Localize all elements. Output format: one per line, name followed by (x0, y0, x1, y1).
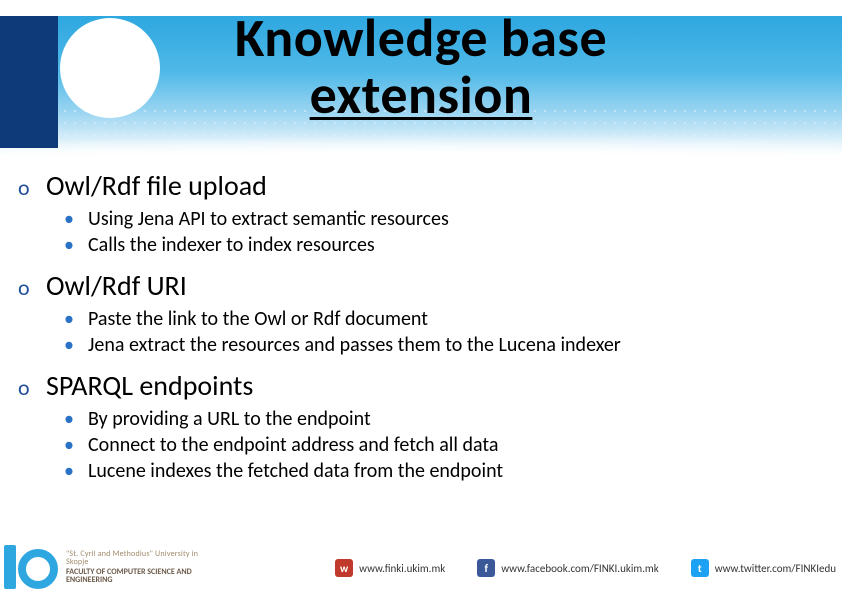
facebook-icon: f (477, 559, 495, 577)
list-item-text: Paste the link to the Owl or Rdf documen… (88, 307, 428, 333)
list-item: Lucene indexes the fetched data from the… (64, 459, 824, 485)
section-heading: o Owl/Rdf URI (18, 268, 824, 303)
list-item: Connect to the endpoint address and fetc… (64, 433, 824, 459)
web-icon: w (335, 559, 353, 577)
section-items: Using Jena API to extract semantic resou… (18, 207, 824, 258)
list-item: By providing a URL to the endpoint (64, 407, 824, 433)
title-line-1: Knowledge base (0, 10, 842, 67)
list-item: Jena extract the resources and passes th… (64, 333, 824, 359)
io-logo-icon (4, 545, 58, 589)
faculty-name: FACULTY OF COMPUTER SCIENCE AND ENGINEER… (66, 568, 206, 585)
footer: "St. Cyril and Methodius" University in … (0, 533, 842, 595)
footer-logo-area: "St. Cyril and Methodius" University in … (4, 545, 206, 589)
list-item-text: Jena extract the resources and passes th… (88, 333, 621, 359)
section-items: By providing a URL to the endpoint Conne… (18, 407, 824, 484)
list-item-text: Lucene indexes the fetched data from the… (88, 459, 503, 485)
link-website[interactable]: w www.finki.ukim.mk (335, 559, 445, 577)
list-item: Paste the link to the Owl or Rdf documen… (64, 307, 824, 333)
footer-links: w www.finki.ukim.mk f www.facebook.com/F… (335, 559, 836, 577)
link-text: www.facebook.com/FINKI.ukim.mk (501, 562, 658, 575)
bullet-icon: o (18, 274, 36, 301)
link-text: www.twitter.com/FINKIedu (715, 562, 836, 575)
bullet-icon: o (18, 374, 36, 401)
twitter-icon: t (691, 559, 709, 577)
university-name: "St. Cyril and Methodius" University in … (66, 550, 206, 567)
link-text: www.finki.ukim.mk (359, 562, 445, 575)
footer-logo-text: "St. Cyril and Methodius" University in … (66, 550, 206, 585)
section-heading-text: SPARQL endpoints (46, 368, 253, 403)
list-item-text: By providing a URL to the endpoint (88, 407, 371, 433)
section-owl-rdf-uri: o Owl/Rdf URI Paste the link to the Owl … (18, 268, 824, 358)
list-item-text: Calls the indexer to index resources (88, 233, 375, 259)
section-sparql-endpoints: o SPARQL endpoints By providing a URL to… (18, 368, 824, 484)
logo-i-shape (4, 545, 16, 589)
title-line-2: extension (0, 67, 842, 124)
link-twitter[interactable]: t www.twitter.com/FINKIedu (691, 559, 836, 577)
content-body: o Owl/Rdf file upload Using Jena API to … (18, 168, 824, 494)
slide: Knowledge base extension o Owl/Rdf file … (0, 0, 842, 595)
section-heading: o SPARQL endpoints (18, 368, 824, 403)
list-item-text: Using Jena API to extract semantic resou… (88, 207, 449, 233)
list-item: Using Jena API to extract semantic resou… (64, 207, 824, 233)
section-heading: o Owl/Rdf file upload (18, 168, 824, 203)
section-items: Paste the link to the Owl or Rdf documen… (18, 307, 824, 358)
list-item-text: Connect to the endpoint address and fetc… (88, 433, 498, 459)
list-item: Calls the indexer to index resources (64, 233, 824, 259)
slide-title: Knowledge base extension (0, 10, 842, 123)
decorative-dots (0, 132, 842, 138)
link-facebook[interactable]: f www.facebook.com/FINKI.ukim.mk (477, 559, 658, 577)
section-owl-rdf-file-upload: o Owl/Rdf file upload Using Jena API to … (18, 168, 824, 258)
section-heading-text: Owl/Rdf file upload (46, 168, 267, 203)
section-heading-text: Owl/Rdf URI (46, 268, 187, 303)
bullet-icon: o (18, 174, 36, 201)
logo-o-shape (18, 549, 58, 589)
